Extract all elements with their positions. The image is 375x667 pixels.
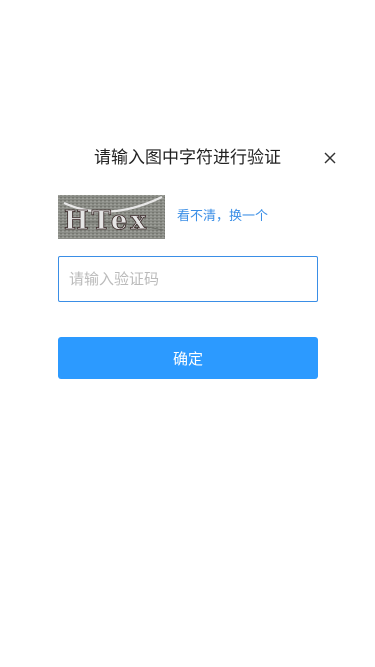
captcha-image[interactable]: HTex	[58, 195, 165, 239]
close-button[interactable]	[320, 148, 340, 168]
captcha-code-input[interactable]	[58, 256, 318, 302]
dialog-title: 请输入图中字符进行验证	[94, 148, 281, 168]
captcha-text: HTex	[64, 206, 149, 236]
captcha-row: HTex 看不清，换一个	[58, 195, 268, 239]
confirm-button[interactable]: 确定	[58, 337, 318, 379]
close-icon	[324, 152, 336, 164]
refresh-captcha-link[interactable]: 看不清，换一个	[177, 195, 268, 239]
captcha-dialog: 请输入图中字符进行验证 HTex 看不清，换一个 请输入验证码 确定	[0, 0, 375, 667]
